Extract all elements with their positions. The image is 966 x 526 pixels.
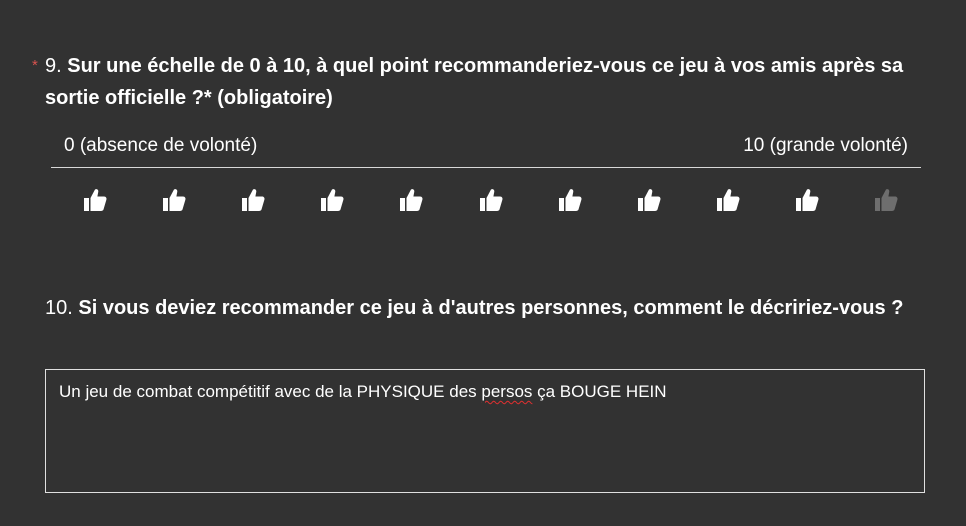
scale-max-label: 10 (grande volonté) [743,135,908,156]
answer-textarea[interactable]: Un jeu de combat compétitif avec de la P… [45,369,925,493]
required-marker: * [32,57,38,74]
thumbs-up-icon[interactable] [635,186,663,214]
thumbs-up-icon[interactable] [477,186,505,214]
thumbs-up-icon[interactable] [397,186,425,214]
thumbs-up-icon[interactable] [318,186,346,214]
question-text: Si vous deviez recommander ce jeu à d'au… [78,297,904,319]
thumbs-up-icon[interactable] [160,186,188,214]
question-10-title: 10. Si vous deviez recommander ce jeu à … [45,292,915,324]
thumbs-up-icon[interactable] [81,186,109,214]
scale-min-label: 0 (absence de volonté) [64,135,258,156]
survey-page: * 9. Sur une échelle de 0 à 10, à quel p… [0,0,966,526]
answer-text-start: Un jeu de combat compétitif avec de la P… [59,382,482,401]
thumbs-up-icon[interactable] [556,186,584,214]
question-10: 10. Si vous deviez recommander ce jeu à … [45,292,915,324]
rating-scale [0,186,966,218]
answer-text-end: ça BOUGE HEIN [532,382,667,401]
question-text: Sur une échelle de 0 à 10, à quel point … [45,55,904,109]
thumbs-up-icon[interactable] [714,186,742,214]
thumbs-up-icon[interactable] [793,186,821,214]
answer-text-misspelled: persos [481,382,533,401]
question-number: 9. [45,55,62,77]
question-9: * 9. Sur une échelle de 0 à 10, à quel p… [32,50,912,114]
rating-scale-header: 0 (absence de volonté) 10 (grande volont… [51,133,921,168]
thumbs-up-icon[interactable] [239,186,267,214]
question-number: 10. [45,297,73,319]
thumbs-up-icon[interactable] [872,186,900,214]
question-9-title: * 9. Sur une échelle de 0 à 10, à quel p… [32,50,912,114]
